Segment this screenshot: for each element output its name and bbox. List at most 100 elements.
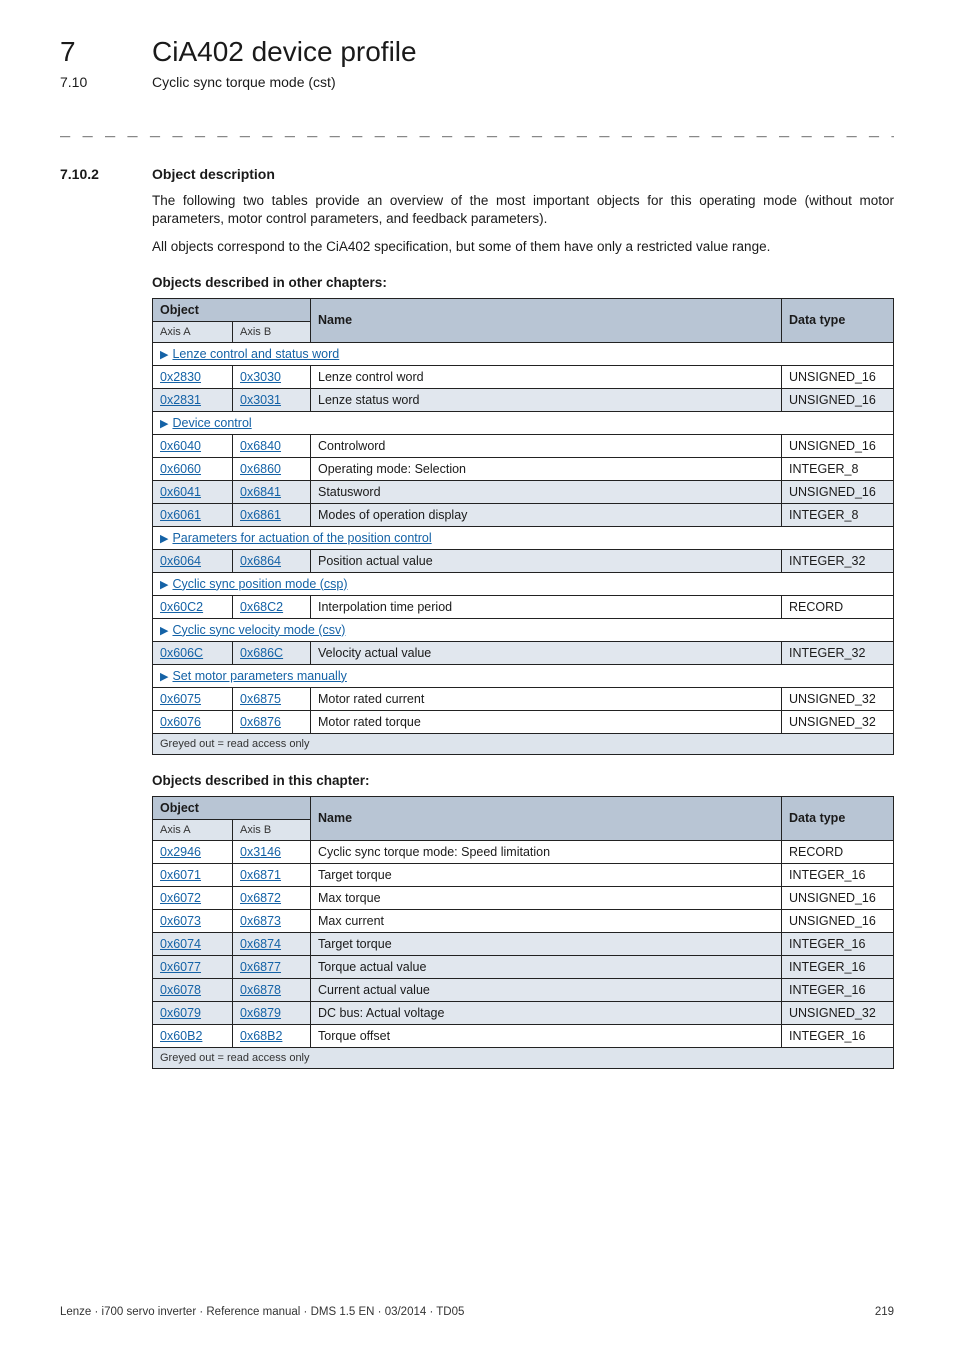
object-link-axis-a[interactable]: 0x6074 xyxy=(160,937,201,951)
object-link-axis-b[interactable]: 0x6879 xyxy=(240,1006,281,1020)
object-link-axis-a[interactable]: 0x60C2 xyxy=(160,600,203,614)
section-header: 7.10 Cyclic sync torque mode (cst) xyxy=(60,74,894,90)
object-link-axis-a[interactable]: 0x6064 xyxy=(160,554,201,568)
table-row: 0x60610x6861Modes of operation displayIN… xyxy=(153,503,894,526)
object-type-cell: UNSIGNED_16 xyxy=(782,388,894,411)
chapter-number: 7 xyxy=(60,36,152,68)
table-row: 0x60720x6872Max torqueUNSIGNED_16 xyxy=(153,886,894,909)
object-link-axis-b[interactable]: 0x68B2 xyxy=(240,1029,282,1043)
chapter-title: CiA402 device profile xyxy=(152,36,417,68)
object-link-axis-a[interactable]: 0x6071 xyxy=(160,868,201,882)
group-row: ▶ Lenze control and status word xyxy=(153,342,894,365)
object-link-axis-a[interactable]: 0x6078 xyxy=(160,983,201,997)
object-link-axis-a[interactable]: 0x6060 xyxy=(160,462,201,476)
table-row: 0x28300x3030Lenze control wordUNSIGNED_1… xyxy=(153,365,894,388)
paragraph: The following two tables provide an over… xyxy=(152,192,894,228)
object-link-axis-b[interactable]: 0x6875 xyxy=(240,692,281,706)
object-link-axis-a[interactable]: 0x6040 xyxy=(160,439,201,453)
footer-left: Lenze · i700 servo inverter · Reference … xyxy=(60,1306,464,1318)
object-link-axis-a[interactable]: 0x606C xyxy=(160,646,203,660)
object-name-cell: Controlword xyxy=(311,434,782,457)
object-link-axis-b[interactable]: 0x68C2 xyxy=(240,600,283,614)
object-name-cell: Max current xyxy=(311,909,782,932)
table-row: 0x60C20x68C2Interpolation time periodREC… xyxy=(153,595,894,618)
object-name-cell: DC bus: Actual voltage xyxy=(311,1001,782,1024)
object-link-axis-b[interactable]: 0x6861 xyxy=(240,508,281,522)
object-link-axis-a[interactable]: 0x60B2 xyxy=(160,1029,202,1043)
section-title: Cyclic sync torque mode (cst) xyxy=(152,74,336,90)
table-row: 0x6074 0x6874 Target torqueINTEGER_16 xyxy=(153,932,894,955)
group-link[interactable]: Lenze control and status word xyxy=(172,347,339,361)
object-type-cell: UNSIGNED_32 xyxy=(782,1001,894,1024)
object-link-axis-b[interactable]: 0x6860 xyxy=(240,462,281,476)
object-name-cell: Torque offset xyxy=(311,1024,782,1047)
object-link-axis-a[interactable]: 0x6041 xyxy=(160,485,201,499)
triangle-icon: ▶ xyxy=(160,579,168,591)
object-name-cell: Position actual value xyxy=(311,549,782,572)
group-link[interactable]: Cyclic sync velocity mode (csv) xyxy=(172,623,345,637)
object-name-cell: Statusword xyxy=(311,480,782,503)
col-header-object: Object xyxy=(153,298,311,321)
object-link-axis-b[interactable]: 0x6878 xyxy=(240,983,281,997)
object-link-axis-a[interactable]: 0x6075 xyxy=(160,692,201,706)
object-link-axis-a[interactable]: 0x6077 xyxy=(160,960,201,974)
footer-page-number: 219 xyxy=(875,1306,894,1318)
triangle-icon: ▶ xyxy=(160,671,168,683)
table-row: 0x29460x3146Cyclic sync torque mode: Spe… xyxy=(153,840,894,863)
object-link-axis-a[interactable]: 0x6076 xyxy=(160,715,201,729)
object-link-axis-a[interactable]: 0x2830 xyxy=(160,370,201,384)
table-row: 0x60750x6875Motor rated currentUNSIGNED_… xyxy=(153,687,894,710)
table-row: 0x60730x6873Max currentUNSIGNED_16 xyxy=(153,909,894,932)
group-link[interactable]: Cyclic sync position mode (csp) xyxy=(172,577,347,591)
table-row: 0x606C0x686CVelocity actual valueINTEGER… xyxy=(153,641,894,664)
chapter-header: 7 CiA402 device profile xyxy=(60,36,894,68)
object-type-cell: INTEGER_8 xyxy=(782,457,894,480)
object-name-cell: Torque actual value xyxy=(311,955,782,978)
object-name-cell: Lenze status word xyxy=(311,388,782,411)
object-link-axis-a[interactable]: 0x6079 xyxy=(160,1006,201,1020)
subsection-number: 7.10.2 xyxy=(60,166,152,182)
object-link-axis-b[interactable]: 0x6877 xyxy=(240,960,281,974)
object-link-axis-b[interactable]: 0x6841 xyxy=(240,485,281,499)
object-type-cell: RECORD xyxy=(782,840,894,863)
dashed-rule: _ _ _ _ _ _ _ _ _ _ _ _ _ _ _ _ _ _ _ _ … xyxy=(60,118,894,138)
object-link-axis-b[interactable]: 0x6873 xyxy=(240,914,281,928)
object-type-cell: UNSIGNED_16 xyxy=(782,434,894,457)
objects-other-chapters-table: ObjectNameData typeAxis AAxis B▶Lenze co… xyxy=(152,298,894,755)
object-type-cell: INTEGER_16 xyxy=(782,932,894,955)
object-link-axis-a[interactable]: 0x2946 xyxy=(160,845,201,859)
object-link-axis-a[interactable]: 0x6061 xyxy=(160,508,201,522)
section-number: 7.10 xyxy=(60,74,152,90)
object-link-axis-b[interactable]: 0x6872 xyxy=(240,891,281,905)
table-row: 0x2831 0x3031 Lenze status wordUNSIGNED_16 xyxy=(153,388,894,411)
object-link-axis-b[interactable]: 0x6871 xyxy=(240,868,281,882)
object-link-axis-b[interactable]: 0x6876 xyxy=(240,715,281,729)
object-name-cell: Target torque xyxy=(311,932,782,955)
col-header-axis-a: Axis A xyxy=(153,321,233,342)
table-row: 0x60710x6871Target torqueINTEGER_16 xyxy=(153,863,894,886)
object-link-axis-a[interactable]: 0x6072 xyxy=(160,891,201,905)
object-link-axis-b[interactable]: 0x686C xyxy=(240,646,283,660)
object-link-axis-b[interactable]: 0x3146 xyxy=(240,845,281,859)
object-type-cell: INTEGER_8 xyxy=(782,503,894,526)
object-link-axis-b[interactable]: 0x6874 xyxy=(240,937,281,951)
object-link-axis-b[interactable]: 0x6864 xyxy=(240,554,281,568)
object-link-axis-a[interactable]: 0x6073 xyxy=(160,914,201,928)
table-row: 0x6040 0x6840 ControlwordUNSIGNED_16 xyxy=(153,434,894,457)
object-link-axis-b[interactable]: 0x3030 xyxy=(240,370,281,384)
group-row: ▶Parameters for actuation of the positio… xyxy=(153,526,894,549)
object-name-cell: Current actual value xyxy=(311,978,782,1001)
col-header-name: Name xyxy=(311,796,782,840)
object-name-cell: Target torque xyxy=(311,863,782,886)
triangle-icon: ▶ xyxy=(160,349,168,361)
group-link[interactable]: Device control xyxy=(172,416,251,430)
group-link[interactable]: Parameters for actuation of the position… xyxy=(172,531,431,545)
table-row: 0x6077 0x6877 Torque actual valueINTEGER_1… xyxy=(153,955,894,978)
object-type-cell: INTEGER_16 xyxy=(782,955,894,978)
col-header-datatype: Data type xyxy=(782,796,894,840)
group-row: ▶ Set motor parameters manually xyxy=(153,664,894,687)
object-link-axis-a[interactable]: 0x2831 xyxy=(160,393,201,407)
group-link[interactable]: Set motor parameters manually xyxy=(172,669,346,683)
object-link-axis-b[interactable]: 0x3031 xyxy=(240,393,281,407)
object-link-axis-b[interactable]: 0x6840 xyxy=(240,439,281,453)
